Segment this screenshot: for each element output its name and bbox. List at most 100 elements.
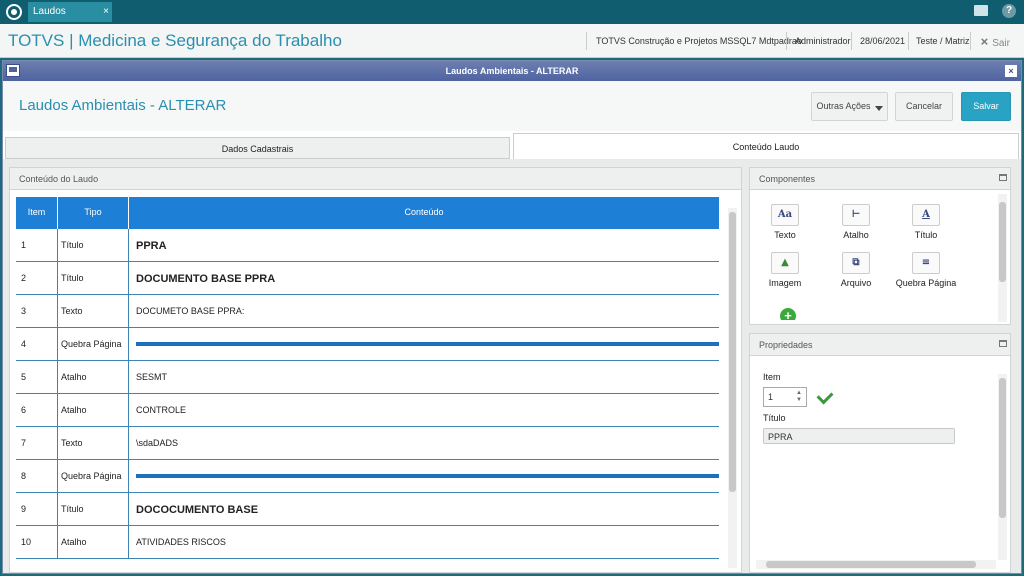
table-row[interactable]: 10 Atalho ATIVIDADES RISCOS (16, 526, 719, 559)
divider (586, 32, 587, 50)
component-label: Título (914, 230, 938, 240)
help-icon[interactable]: ? (1002, 4, 1016, 18)
table-row[interactable]: 3 Texto DOCUMETO BASE PPRA: (16, 295, 719, 328)
column-header-tipo[interactable]: Tipo (58, 197, 129, 229)
column-header-item[interactable]: Item (16, 197, 58, 229)
scrollbar-thumb[interactable] (999, 378, 1006, 518)
cell-item: 9 (16, 493, 58, 525)
cell-conteudo: ATIVIDADES RISCOS (136, 537, 226, 547)
table-row[interactable]: 4 Quebra Página (16, 328, 719, 361)
cell-conteudo: CONTROLE (136, 405, 187, 415)
item-field-label: Item (763, 372, 781, 382)
item-stepper-value: 1 (768, 392, 774, 402)
minimize-icon[interactable] (999, 340, 1007, 347)
cell-conteudo: DOCOCUMENTO BASE (136, 504, 259, 516)
exit-button[interactable]: × Sair (981, 34, 1010, 49)
cell-conteudo: PPRA (136, 240, 167, 252)
component-texto[interactable]: Aa Texto (750, 204, 820, 240)
exit-label: Sair (992, 38, 1010, 49)
title-icon: A (912, 204, 940, 226)
properties-panel-header: Propriedades (750, 334, 1010, 356)
components-scrollbar[interactable] (998, 194, 1007, 322)
component-titulo[interactable]: A Título (891, 204, 961, 240)
stepper-arrows-icon[interactable]: ▲ ▼ (796, 390, 804, 404)
properties-h-scrollbar[interactable] (756, 560, 996, 569)
component-arquivo[interactable]: ⧉ Arquivo (821, 252, 891, 288)
tab-dados-cadastrais[interactable]: Dados Cadastrais (5, 137, 510, 159)
component-label: Imagem (768, 278, 802, 288)
cell-tipo: Quebra Página (58, 328, 129, 360)
item-stepper[interactable]: 1 ▲ ▼ (763, 387, 807, 407)
cell-conteudo: DOCUMENTO BASE PPRA (136, 273, 276, 285)
table-row[interactable]: 9 Título DOCOCUMENTO BASE (16, 493, 719, 526)
top-bar: Laudos [02.9.0035] × ? (0, 0, 1024, 37)
cell-item: 5 (16, 361, 58, 393)
save-button[interactable]: Salvar (961, 92, 1011, 121)
minimize-icon[interactable] (999, 174, 1007, 181)
window-icon (6, 64, 20, 77)
table-row[interactable]: 7 Texto \sdaDADS (16, 427, 719, 460)
tab-laudos[interactable]: Laudos [02.9.0035] × (28, 2, 112, 37)
component-quebra-pagina[interactable]: ≡ Quebra Página (891, 252, 961, 288)
components-panel: Componentes Aa Texto ⊢ Atalho A Título ▲… (749, 167, 1011, 325)
divider (908, 32, 909, 50)
component-label: Atalho (843, 230, 869, 240)
grid-header: Item Tipo Conteúdo (16, 197, 719, 229)
cell-item: 3 (16, 295, 58, 327)
properties-scrollbar[interactable] (998, 374, 1007, 560)
dialog-close-icon[interactable]: × (1005, 65, 1017, 77)
laudos-dialog: Laudos Ambientais - ALTERAR × Laudos Amb… (2, 60, 1022, 574)
cell-tipo: Texto (58, 427, 129, 459)
page-break-bar (136, 342, 719, 346)
tab-conteudo-laudo[interactable]: Conteúdo Laudo (513, 133, 1019, 159)
scrollbar-thumb[interactable] (729, 212, 736, 492)
app-title: TOTVS | Medicina e Segurança do Trabalho (8, 31, 342, 50)
component-label: Texto (774, 230, 796, 240)
page-header: Laudos Ambientais - ALTERAR Outras Ações… (3, 81, 1021, 131)
table-row[interactable]: 2 Título DOCUMENTO BASE PPRA (16, 262, 719, 295)
cell-conteudo: DOCUMETO BASE PPRA: (136, 306, 245, 316)
component-imagem[interactable]: ▲ Imagem (750, 252, 820, 288)
table-row[interactable]: 8 Quebra Página (16, 460, 719, 493)
totvs-logo-icon[interactable] (6, 4, 22, 20)
page-title: Laudos Ambientais - ALTERAR (19, 97, 227, 114)
scrollbar-thumb[interactable] (999, 202, 1006, 282)
cell-tipo: Título (58, 493, 129, 525)
cell-item: 7 (16, 427, 58, 459)
content-grid: Item Tipo Conteúdo 1 Título PPRA 2 Títul… (16, 197, 719, 559)
dialog-title: Laudos Ambientais - ALTERAR (445, 66, 579, 76)
title-field[interactable]: PPRA (763, 428, 955, 444)
content-panel: Conteúdo do Laudo Item Tipo Conteúdo 1 T… (9, 167, 742, 573)
cell-tipo: Atalho (58, 394, 129, 426)
date-info: 28/06/2021 (860, 36, 906, 46)
divider (786, 32, 787, 50)
image-icon: ▲ (771, 252, 799, 274)
cell-conteudo (129, 328, 719, 360)
tab-content: Conteúdo do Laudo Item Tipo Conteúdo 1 T… (3, 159, 1021, 573)
table-row[interactable]: 1 Título PPRA (16, 229, 719, 262)
cell-item: 4 (16, 328, 58, 360)
component-label: Quebra Página (895, 278, 957, 288)
confirm-check-icon[interactable] (816, 387, 834, 405)
cell-tipo: Texto (58, 295, 129, 327)
cell-item: 8 (16, 460, 58, 492)
dialog-titlebar: Laudos Ambientais - ALTERAR × (3, 61, 1021, 81)
component-atalho[interactable]: ⊢ Atalho (821, 204, 891, 240)
table-row[interactable]: 5 Atalho SESMT (16, 361, 719, 394)
cell-item: 1 (16, 229, 58, 261)
divider (970, 32, 971, 50)
mail-icon[interactable] (974, 5, 988, 16)
table-row[interactable]: 6 Atalho CONTROLE (16, 394, 719, 427)
cell-conteudo: SESMT (136, 372, 168, 382)
column-header-conteudo[interactable]: Conteúdo (129, 197, 719, 229)
components-panel-title: Componentes (759, 174, 816, 184)
more-actions-button[interactable]: Outras Ações (811, 92, 888, 121)
grid-scrollbar[interactable] (728, 208, 737, 568)
tab-bar: Dados Cadastrais Conteúdo Laudo (3, 133, 1021, 159)
add-component-icon[interactable]: + (770, 306, 798, 320)
text-format-icon: Aa (771, 204, 799, 226)
tab-close-icon[interactable]: × (103, 2, 109, 22)
cancel-button[interactable]: Cancelar (895, 92, 953, 121)
cell-conteudo: \sdaDADS (136, 438, 179, 448)
scrollbar-thumb[interactable] (766, 561, 976, 568)
